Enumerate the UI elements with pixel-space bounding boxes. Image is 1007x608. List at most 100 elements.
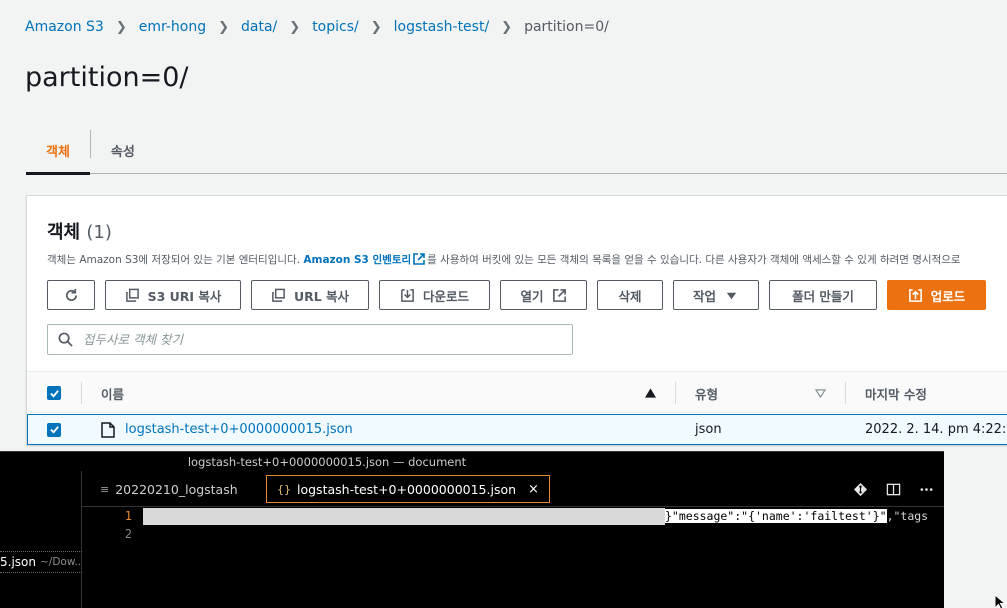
sort-descending-icon[interactable] [815,389,826,398]
check-icon [49,426,59,434]
close-tab-icon[interactable]: × [528,482,539,497]
create-folder-button[interactable]: 폴더 만들기 [769,280,877,310]
sort-ascending-icon[interactable] [645,388,656,398]
copy-s3-uri-label: S3 URI 복사 [147,288,222,304]
file-name-link[interactable]: logstash-test+0+0000000015.json [125,422,353,437]
objects-count: (1) [86,222,112,243]
column-type-header[interactable]: 유형 [695,372,718,414]
search-icon [58,332,73,347]
breadcrumb-bucket[interactable]: emr-hong [139,19,206,35]
column-type-label: 유형 [695,386,719,402]
row-checkbox[interactable] [47,422,61,437]
table-row[interactable]: logstash-test+0+0000000015.json json 202… [27,414,1007,445]
breadcrumb-amazon-s3[interactable]: Amazon S3 [25,19,104,35]
line-number: 1 [124,509,132,523]
open-editor-path: ~/Dow... [39,556,82,568]
column-divider [81,382,82,404]
editor-tab-logstash-notes[interactable]: ≡ 20220210_logstash [90,475,248,503]
file-icon [101,421,115,438]
search-input[interactable] [83,332,523,347]
copy-icon [272,288,285,302]
description-text-before: 객체는 Amazon S3에 저장되어 있는 기본 엔터티입니다. [47,254,304,266]
editor-actions [853,471,934,507]
upload-icon [908,288,922,302]
open-editor-item[interactable]: 5.json ~/Dow... [0,551,82,573]
row-name-cell: logstash-test+0+0000000015.json [101,415,353,444]
row-modified-cell: 2022. 2. 14. pm 4:22:3 [865,422,1007,437]
breadcrumb: Amazon S3 ❯ emr-hong ❯ data/ ❯ topics/ ❯… [25,19,609,35]
chevron-right-icon: ❯ [289,19,301,35]
tab-objects[interactable]: 객체 [26,126,90,175]
page-title: partition=0/ [25,62,189,93]
upload-label: 업로드 [930,288,966,304]
chevron-right-icon: ❯ [218,19,230,35]
code-editor[interactable]: 1 2 }"message":"{'name':'failtest'}","ta… [82,507,944,608]
refresh-icon [65,288,77,301]
objects-heading-label: 객체 [47,222,81,243]
line-number-gutter: 1 2 [82,507,132,543]
download-icon [401,288,414,302]
delete-button[interactable]: 삭제 [597,280,663,310]
column-name-label: 이름 [101,386,125,402]
column-modified-header[interactable]: 마지막 수정 [865,372,927,414]
delete-label: 삭제 [618,288,642,304]
objects-heading: 객체 (1) [47,218,112,244]
breadcrumb-topics[interactable]: topics/ [312,19,359,35]
git-compare-icon[interactable] [853,482,868,497]
table-header: 이름 유형 마지막 수정 [27,371,1007,413]
download-label: 다운로드 [422,288,469,304]
selected-code: }"message":"{'name':'failtest'}" [665,509,887,523]
copy-url-button[interactable]: URL 복사 [251,280,369,310]
column-modified-label: 마지막 수정 [865,386,927,402]
editor-window: logstash-test+0+0000000015.json — docume… [0,451,944,608]
check-icon [49,389,59,398]
text-file-icon: ≡ [100,482,110,496]
copy-url-label: URL 복사 [293,288,350,304]
editor-window-title: logstash-test+0+0000000015.json — docume… [187,454,467,469]
tab-list: 객체 속성 [26,126,1007,175]
tab-properties[interactable]: 속성 [91,126,155,174]
code-continuation: ,"tags [886,509,929,523]
page: Amazon S3 ❯ emr-hong ❯ data/ ❯ topics/ ❯… [0,0,1007,608]
description-text-after: 를 사용하여 버킷에 있는 모든 객체의 목록을 얻을 수 있습니다. 다른 사… [427,254,961,266]
breadcrumb-logstash-test[interactable]: logstash-test/ [394,19,490,35]
search-field[interactable] [47,324,573,355]
copy-icon [125,288,139,302]
download-button[interactable]: 다운로드 [379,280,490,310]
editor-tabbar: ≡ 20220210_logstash {} logstash-test+0+0… [82,471,944,507]
caret-down-icon [726,292,737,299]
split-editor-icon[interactable] [886,482,901,497]
line-number: 2 [124,527,132,541]
breadcrumb-data[interactable]: data/ [241,19,277,35]
editor-tab-label: 20220210_logstash [115,481,238,497]
open-label: 열기 [520,288,544,304]
row-select-cell [47,415,61,444]
open-editor-name: 5.json [0,555,36,569]
external-link-icon [413,253,425,265]
actions-dropdown[interactable]: 작업 [673,280,759,310]
column-divider [845,382,846,404]
actions-label: 작업 [692,288,716,304]
refresh-button[interactable] [47,280,95,310]
editor-tab-json[interactable]: {} logstash-test+0+0000000015.json × [266,475,550,503]
open-button[interactable]: 열기 [500,280,587,310]
objects-panel: 객체 (1) 객체는 Amazon S3에 저장되어 있는 기본 엔터티입니다.… [26,195,1007,445]
copy-s3-uri-button[interactable]: S3 URI 복사 [105,280,241,310]
create-folder-label: 폴더 만들기 [792,288,854,304]
code-line-1: }"message":"{'name':'failtest'}","tags [665,507,928,525]
upload-button[interactable]: 업로드 [887,280,986,310]
editor-sidebar: 5.json ~/Dow... [0,471,82,608]
editor-titlebar: logstash-test+0+0000000015.json — docume… [0,451,944,471]
mouse-cursor-icon [994,594,1006,608]
json-file-icon: {} [277,482,291,496]
objects-description: 객체는 Amazon S3에 저장되어 있는 기본 엔터티입니다. Amazon… [47,252,961,267]
column-divider [675,382,676,404]
row-type-cell: json [695,422,722,437]
external-link-icon [552,288,566,302]
breadcrumb-current: partition=0/ [524,19,609,35]
select-all-checkbox[interactable] [47,386,61,400]
column-name-header[interactable]: 이름 [101,372,661,414]
select-all-cell [47,372,61,414]
more-actions-icon[interactable] [919,482,934,497]
inventory-link[interactable]: Amazon S3 인벤토리 [303,254,411,266]
